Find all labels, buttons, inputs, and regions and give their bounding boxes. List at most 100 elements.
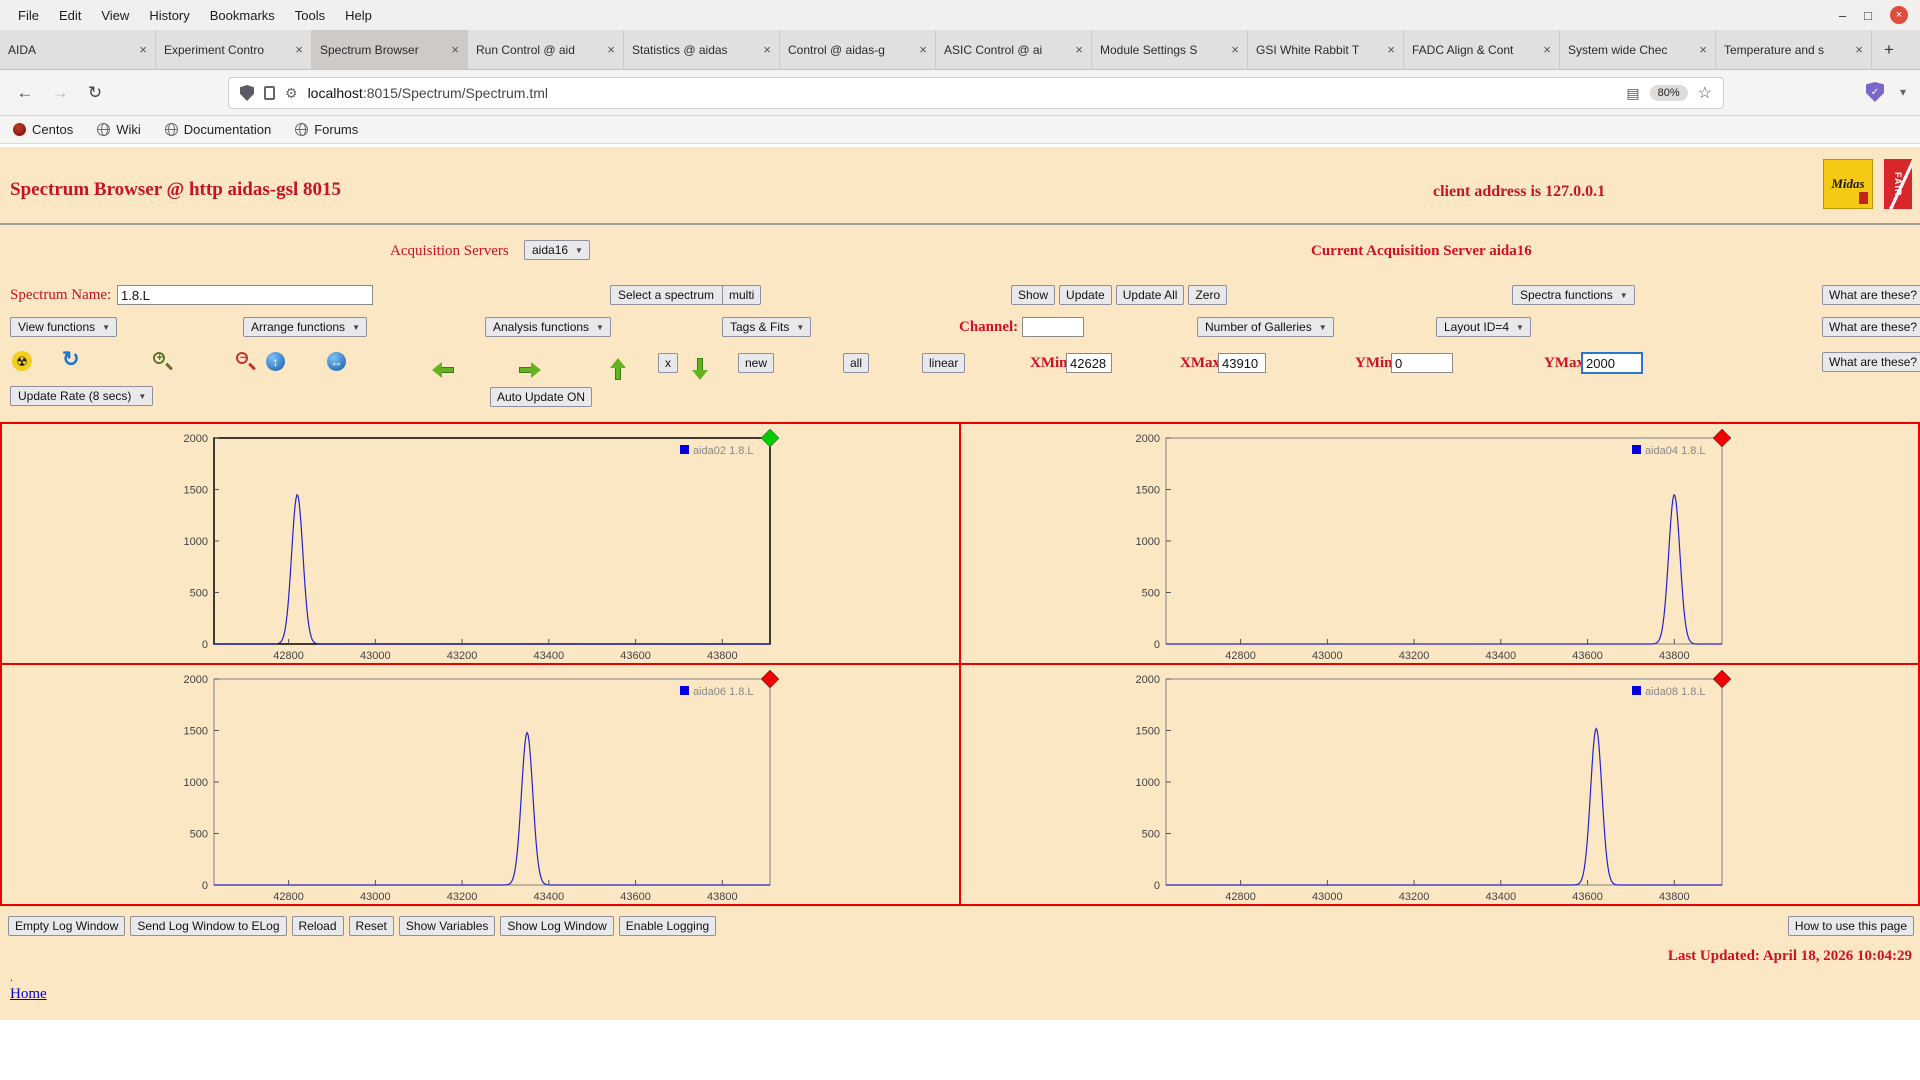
bookmark-wiki[interactable]: Wiki <box>97 122 141 137</box>
show-variables-button[interactable]: Show Variables <box>399 916 496 936</box>
spectrum-panel-aida02[interactable]: 0500100015002000428004300043200434004360… <box>1 423 960 664</box>
tab-run-control[interactable]: Run Control @ aid× <box>468 30 624 69</box>
home-link[interactable]: Home <box>10 986 47 1003</box>
menu-bookmarks[interactable]: Bookmarks <box>200 4 285 27</box>
tab-aida[interactable]: AIDA× <box>0 30 156 69</box>
overflow-chevron-icon[interactable]: ▾ <box>1900 85 1906 99</box>
menu-file[interactable]: File <box>8 4 49 27</box>
menu-tools[interactable]: Tools <box>285 4 335 27</box>
reload-button[interactable]: ↻ <box>80 78 110 108</box>
update-all-button[interactable]: Update All <box>1116 285 1185 305</box>
xmin-input[interactable] <box>1066 353 1112 373</box>
zoom-out-icon[interactable]: − <box>235 351 257 373</box>
back-button[interactable]: ← <box>10 78 40 108</box>
tab-statistics[interactable]: Statistics @ aidas× <box>624 30 780 69</box>
tracking-protection-shield-icon[interactable] <box>240 85 254 101</box>
what-are-these-button-3[interactable]: What are these? <box>1822 352 1920 372</box>
tab-close-icon[interactable]: × <box>919 42 927 57</box>
menu-edit[interactable]: Edit <box>49 4 91 27</box>
what-are-these-button-2[interactable]: What are these? <box>1822 317 1920 337</box>
analysis-functions-dropdown[interactable]: Analysis functions▼ <box>485 317 611 337</box>
pan-vertical-icon[interactable]: ↕ <box>266 352 285 371</box>
forward-button[interactable]: → <box>45 78 75 108</box>
reader-mode-icon[interactable]: ▤ <box>1626 85 1639 102</box>
bookmark-star-icon[interactable]: ☆ <box>1698 83 1712 103</box>
tab-close-icon[interactable]: × <box>139 42 147 57</box>
menu-view[interactable]: View <box>91 4 139 27</box>
select-spectrum-dropdown[interactable]: Select a spectrum▼ <box>610 285 736 305</box>
refresh-icon[interactable]: ↻ <box>62 349 80 370</box>
empty-log-window-button[interactable]: Empty Log Window <box>8 916 125 936</box>
spectrum-panel-aida06[interactable]: 0500100015002000428004300043200434004360… <box>1 664 960 905</box>
tab-fadc-align[interactable]: FADC Align & Cont× <box>1404 30 1560 69</box>
zoom-in-icon[interactable]: + <box>152 351 174 373</box>
tab-temperature[interactable]: Temperature and s× <box>1716 30 1872 69</box>
tab-system-wide-check[interactable]: System wide Chec× <box>1560 30 1716 69</box>
arrow-down-icon[interactable] <box>692 357 708 381</box>
pan-horizontal-icon[interactable]: ↔ <box>327 352 346 371</box>
bookmark-centos[interactable]: Centos <box>13 122 73 137</box>
maximize-button[interactable]: □ <box>1864 8 1872 23</box>
zero-button[interactable]: Zero <box>1188 285 1227 305</box>
tab-spectrum-browser[interactable]: Spectrum Browser× <box>312 30 468 69</box>
tab-close-icon[interactable]: × <box>451 42 459 57</box>
auto-update-button[interactable]: Auto Update ON <box>490 387 592 407</box>
x-button[interactable]: x <box>658 353 678 373</box>
send-log-elog-button[interactable]: Send Log Window to ELog <box>130 916 286 936</box>
reset-button[interactable]: Reset <box>349 916 394 936</box>
tab-close-icon[interactable]: × <box>1387 42 1395 57</box>
how-to-use-button[interactable]: How to use this page <box>1788 916 1914 936</box>
tab-gsi-white-rabbit[interactable]: GSI White Rabbit T× <box>1248 30 1404 69</box>
what-are-these-button-1[interactable]: What are these? <box>1822 285 1920 305</box>
tab-close-icon[interactable]: × <box>1543 42 1551 57</box>
url-text[interactable]: localhost:8015/Spectrum/Spectrum.tml <box>308 85 548 101</box>
new-button[interactable]: new <box>738 353 774 373</box>
minimize-button[interactable]: – <box>1839 8 1846 23</box>
layout-id-dropdown[interactable]: Layout ID=4▼ <box>1436 317 1531 337</box>
acquisition-server-select[interactable]: aida16▼ <box>524 240 590 260</box>
xmax-input[interactable] <box>1218 353 1266 373</box>
radiation-icon[interactable]: ☢ <box>12 351 32 371</box>
spectra-functions-dropdown[interactable]: Spectra functions▼ <box>1512 285 1635 305</box>
multi-button[interactable]: multi <box>722 285 761 305</box>
linear-button[interactable]: linear <box>922 353 965 373</box>
shield-check-extension-icon[interactable]: ✓ <box>1866 82 1884 102</box>
tags-fits-dropdown[interactable]: Tags & Fits▼ <box>722 317 811 337</box>
tab-control[interactable]: Control @ aidas-g× <box>780 30 936 69</box>
close-button[interactable]: × <box>1890 6 1908 24</box>
update-button[interactable]: Update <box>1059 285 1112 305</box>
arrow-up-icon[interactable] <box>610 357 626 381</box>
spectrum-name-input[interactable] <box>117 285 373 305</box>
number-of-galleries-dropdown[interactable]: Number of Galleries▼ <box>1197 317 1334 337</box>
tab-close-icon[interactable]: × <box>607 42 615 57</box>
tab-module-settings[interactable]: Module Settings S× <box>1092 30 1248 69</box>
view-functions-dropdown[interactable]: View functions▼ <box>10 317 117 337</box>
spectrum-panel-aida04[interactable]: 0500100015002000428004300043200434004360… <box>960 423 1919 664</box>
new-tab-button[interactable]: + <box>1872 30 1906 69</box>
update-rate-dropdown[interactable]: Update Rate (8 secs)▼ <box>10 386 153 406</box>
url-bar[interactable]: ⚙ localhost:8015/Spectrum/Spectrum.tml ▤… <box>228 77 1724 109</box>
arrow-left-icon[interactable] <box>431 362 455 378</box>
reload-page-button[interactable]: Reload <box>292 916 344 936</box>
arrange-functions-dropdown[interactable]: Arrange functions▼ <box>243 317 367 337</box>
arrow-right-icon[interactable] <box>518 362 542 378</box>
show-button[interactable]: Show <box>1011 285 1055 305</box>
site-info-icon[interactable] <box>264 86 275 100</box>
enable-logging-button[interactable]: Enable Logging <box>619 916 716 936</box>
show-log-window-button[interactable]: Show Log Window <box>500 916 613 936</box>
menu-help[interactable]: Help <box>335 4 382 27</box>
spectrum-panel-aida08[interactable]: 0500100015002000428004300043200434004360… <box>960 664 1919 905</box>
all-button[interactable]: all <box>843 353 869 373</box>
tab-experiment-control[interactable]: Experiment Contro× <box>156 30 312 69</box>
ymax-input[interactable] <box>1582 353 1642 373</box>
ymin-input[interactable] <box>1391 353 1453 373</box>
tab-asic-control[interactable]: ASIC Control @ ai× <box>936 30 1092 69</box>
tab-close-icon[interactable]: × <box>295 42 303 57</box>
bookmark-forums[interactable]: Forums <box>295 122 358 137</box>
tab-close-icon[interactable]: × <box>1855 42 1863 57</box>
tab-close-icon[interactable]: × <box>1699 42 1707 57</box>
menu-history[interactable]: History <box>139 4 199 27</box>
zoom-level[interactable]: 80% <box>1650 85 1688 101</box>
tab-close-icon[interactable]: × <box>1231 42 1239 57</box>
permissions-gear-icon[interactable]: ⚙ <box>285 85 298 102</box>
